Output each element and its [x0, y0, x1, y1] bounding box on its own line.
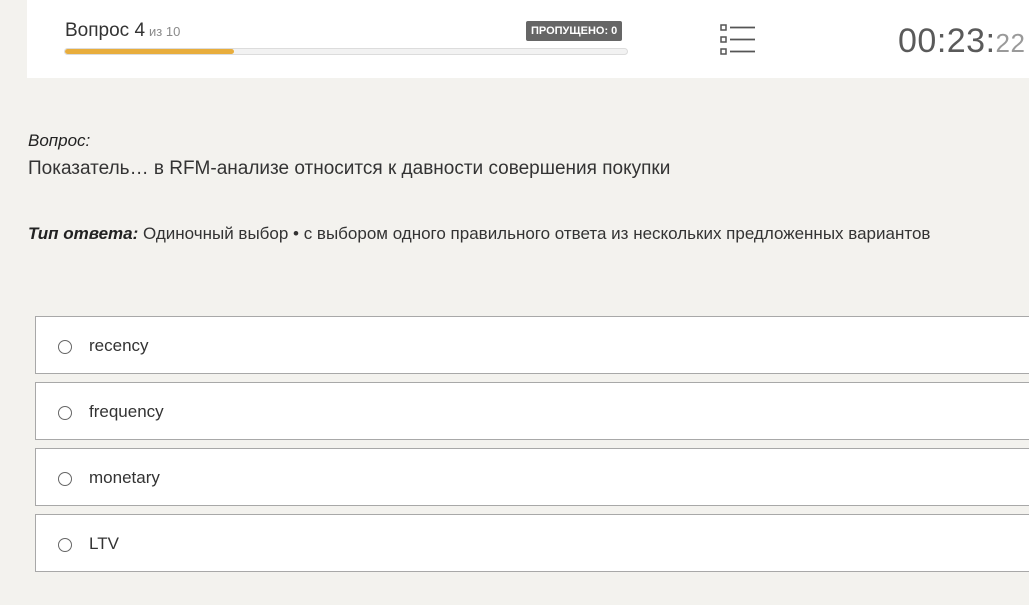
answer-option-ltv[interactable]: LTV [35, 514, 1029, 572]
radio-button[interactable] [58, 340, 72, 354]
question-counter: Вопрос 4 из 10 [65, 20, 180, 42]
radio-button[interactable] [58, 472, 72, 486]
timer-main: 00:23: [898, 22, 996, 60]
answer-option-recency[interactable]: recency [35, 316, 1029, 374]
radio-button[interactable] [58, 538, 72, 552]
quiz-header: Вопрос 4 из 10 ПРОПУЩЕНО: 0 00:23:22 [27, 0, 1029, 78]
question-total: из 10 [149, 24, 181, 39]
answer-type-label: Тип ответа: [28, 224, 139, 243]
answer-option-monetary[interactable]: monetary [35, 448, 1029, 506]
skipped-badge: ПРОПУЩЕНО: 0 [526, 21, 623, 41]
progress-fill [65, 49, 234, 54]
question-list-icon[interactable] [720, 24, 756, 56]
option-label: LTV [89, 534, 119, 553]
timer-seconds: 22 [995, 28, 1026, 58]
answer-option-frequency[interactable]: frequency [35, 382, 1029, 440]
option-label: recency [89, 336, 149, 355]
answer-type: Тип ответа: Одиночный выбор • с выбором … [28, 224, 930, 244]
option-label: monetary [89, 468, 160, 487]
question-number: Вопрос 4 [65, 20, 146, 41]
timer: 00:23:22 [898, 22, 1025, 61]
question-label: Вопрос: [28, 131, 91, 150]
progress-bar [64, 48, 628, 55]
radio-button[interactable] [58, 406, 72, 420]
question-text: Показатель… в RFM-анализе относится к да… [28, 158, 671, 179]
option-label: frequency [89, 402, 164, 421]
answer-type-value: Одиночный выбор • с выбором одного прави… [143, 224, 931, 243]
answer-options: recency frequency monetary LTV [35, 316, 1029, 580]
